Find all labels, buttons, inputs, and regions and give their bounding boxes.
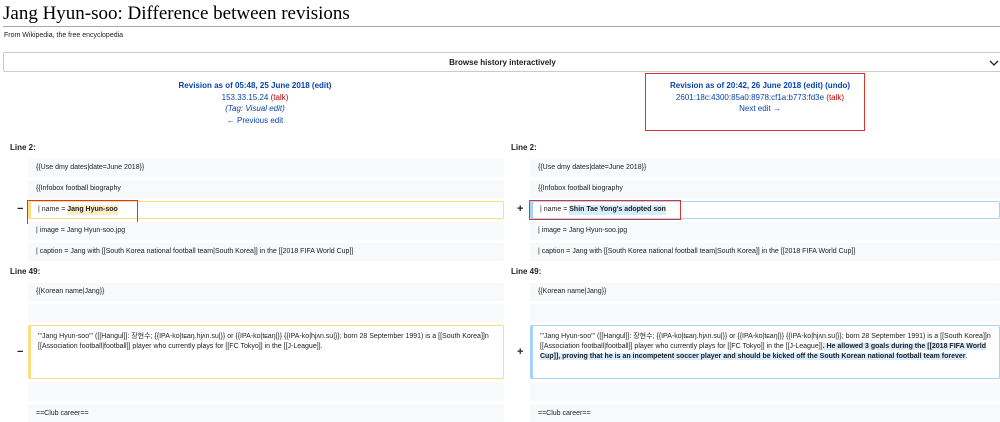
diff-context-right: | caption = Jang with [[South Korea nati… <box>530 243 1000 261</box>
annotation-box-new-revision <box>645 73 865 131</box>
diff-added-marker: + <box>517 346 524 358</box>
diff-context-left: {{Use dmy dates|date=June 2018}} <box>28 159 504 177</box>
old-revision-header: Revision as of 05:48, 25 June 2018 (edit… <box>120 80 390 126</box>
chevron-down-icon <box>989 60 999 66</box>
diff-context-right: {{Korean name|Jang}} <box>530 283 1000 301</box>
diff-context-right: ==Club career== <box>530 404 1000 422</box>
old-revision-talk-link[interactable]: (talk) <box>271 93 289 102</box>
old-revision-title[interactable]: Revision as of 05:48, 25 June 2018 (edit… <box>120 80 390 92</box>
diff-context-right: | image = Jang Hyun-soo.jpg <box>530 222 1000 240</box>
diff-added-marker: + <box>517 203 524 215</box>
diff-line-number-left: Line 2: <box>10 143 36 152</box>
diff-line-number-right: Line 49: <box>511 267 542 276</box>
diff-context-left: ==Club career== <box>28 404 504 422</box>
diff-added-suffix: . <box>965 353 968 360</box>
diff-deleted-line: '''Jang Hyun-soo''' ([[Hangul]]: 장현수; {{… <box>28 325 504 379</box>
diff-empty-line-left <box>28 383 504 401</box>
diff-context-left: | image = Jang Hyun-soo.jpg <box>28 222 504 240</box>
annotation-box-old-name <box>27 200 138 224</box>
diff-added-line: '''Jang Hyun-soo''' ([[Hangul]]: 장현수; {{… <box>530 325 1000 379</box>
diff-deleted-marker: − <box>17 346 24 358</box>
diff-line-number-right: Line 2: <box>511 143 537 152</box>
old-revision-tag[interactable]: (Tag: Visual edit) <box>120 103 390 115</box>
diff-context-right: {{Infobox football biography <box>530 180 1000 198</box>
diff-context-left: | caption = Jang with [[South Korea nati… <box>28 243 504 261</box>
diff-context-right: {{Use dmy dates|date=June 2018}} <box>530 159 1000 177</box>
diff-context-left: {{Korean name|Jang}} <box>28 283 504 301</box>
old-revision-user-link[interactable]: 153.33.15.24 <box>222 93 269 102</box>
browse-history-label: Browse history interactively <box>449 58 556 67</box>
diff-empty-line-right <box>530 383 1000 401</box>
page-title: Jang Hyun-soo: Difference between revisi… <box>3 3 350 24</box>
previous-edit-link[interactable]: ← Previous edit <box>120 115 390 127</box>
annotation-box-new-name <box>529 200 681 220</box>
diff-line-number-left: Line 49: <box>10 267 41 276</box>
title-divider <box>3 26 1000 27</box>
diff-context-left: {{Infobox football biography <box>28 180 504 198</box>
browse-history-toggle[interactable]: Browse history interactively <box>3 52 1000 72</box>
page-subtitle: From Wikipedia, the free encyclopedia <box>4 32 124 39</box>
diff-empty-line-left <box>28 304 504 322</box>
diff-deleted-marker: − <box>17 203 24 215</box>
diff-empty-line-right <box>530 304 1000 322</box>
